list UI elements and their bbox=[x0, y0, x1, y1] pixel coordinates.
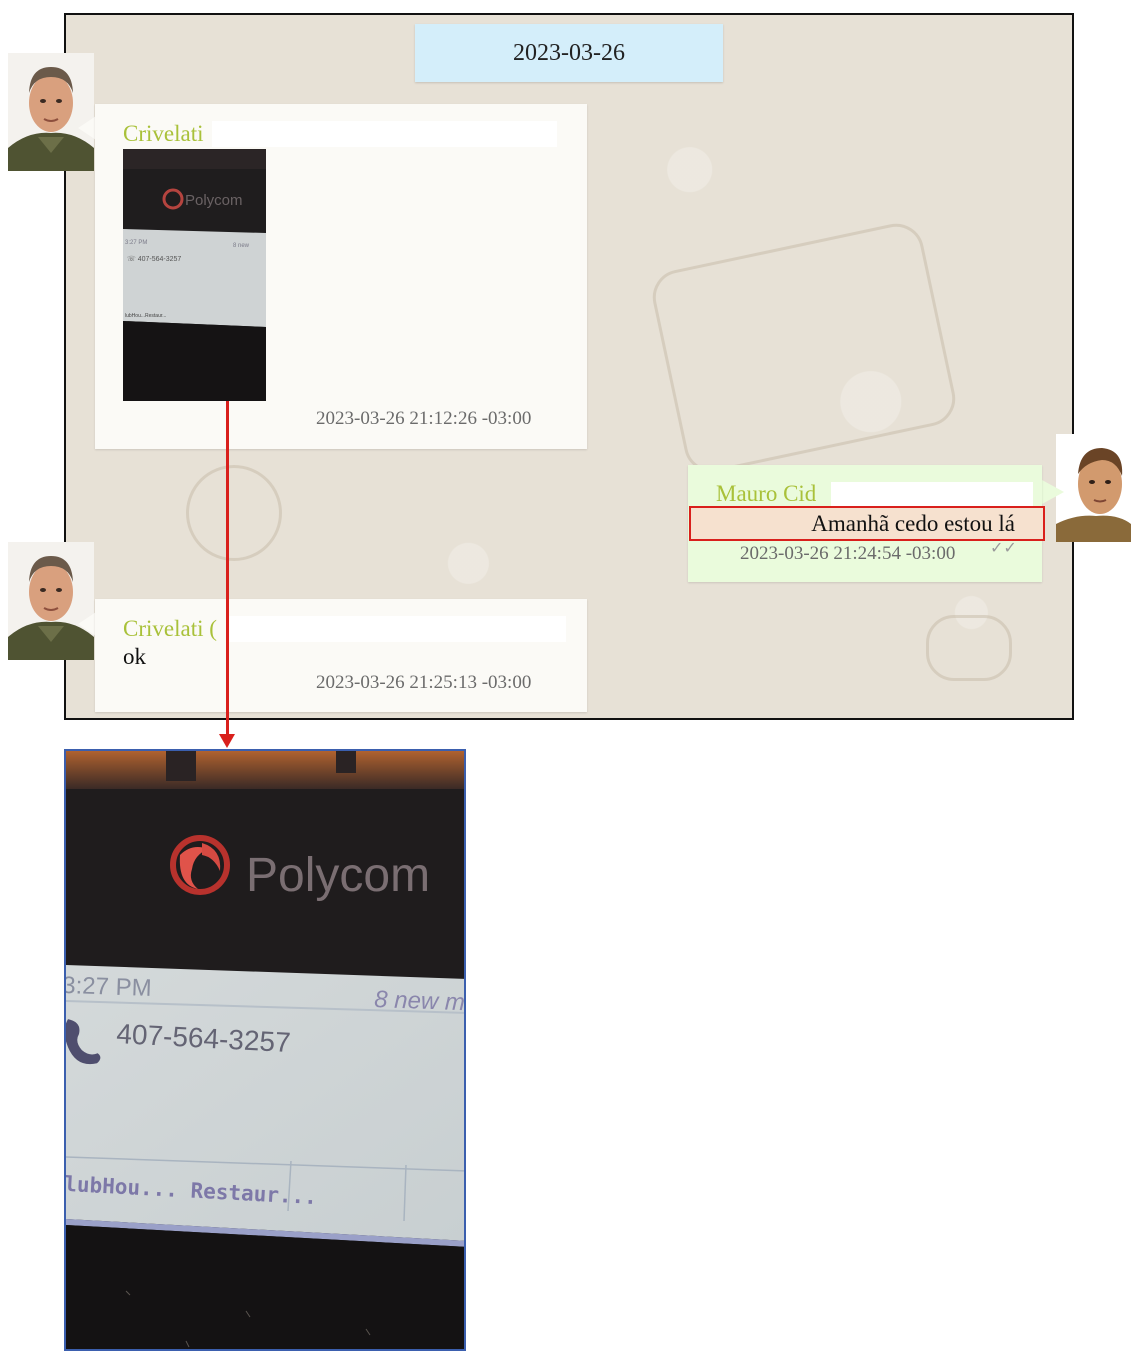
enlarged-photo: Polycom 3:27 PM 8 new m 407-564-3257 lub… bbox=[64, 749, 466, 1351]
photo-notice-text: 8 new m bbox=[374, 986, 466, 1016]
wallpaper-doodle bbox=[647, 218, 961, 478]
double-check-icon: ✓✓ bbox=[990, 538, 1017, 557]
polycom-phone-photo: Polycom 3:27 PM 8 new m 407-564-3257 lub… bbox=[66, 751, 466, 1349]
message-text: ok bbox=[123, 644, 146, 669]
message-timestamp: 2023-03-26 21:25:13 -03:00 bbox=[316, 672, 532, 693]
svg-text:8 new: 8 new bbox=[233, 243, 250, 249]
image-thumbnail[interactable]: Polycom 3:27 PM 8 new ☏ 407-564-3257 lub… bbox=[123, 149, 266, 401]
person-portrait-icon bbox=[1056, 434, 1131, 542]
avatar-crivelati[interactable] bbox=[8, 53, 94, 171]
date-separator: 2023-03-26 bbox=[415, 24, 723, 82]
sender-name: Crivelati bbox=[123, 121, 204, 146]
callout-arrow-line bbox=[226, 401, 229, 736]
photo-time-text: 3:27 PM bbox=[66, 972, 152, 1002]
redaction-block bbox=[831, 482, 1033, 506]
arrow-down-icon bbox=[219, 734, 235, 748]
wallpaper-doodle bbox=[186, 465, 282, 561]
bubble-tail bbox=[78, 612, 96, 636]
redaction-block bbox=[212, 121, 557, 147]
sender-name: Mauro Cid bbox=[716, 481, 817, 506]
message-timestamp: 2023-03-26 21:24:54 -03:00 bbox=[740, 543, 956, 564]
svg-text:lubHou...Restaur...: lubHou...Restaur... bbox=[125, 313, 166, 319]
redaction-block bbox=[228, 616, 566, 642]
wallpaper-doodle bbox=[926, 615, 1012, 681]
person-portrait-icon bbox=[8, 53, 94, 171]
bubble-tail bbox=[1042, 480, 1064, 504]
page: 2023-03-26 Crivelati Polycom 3:27 PM 8 n… bbox=[0, 0, 1131, 1351]
message-timestamp: 2023-03-26 21:12:26 -03:00 bbox=[316, 408, 532, 429]
svg-text:3:27 PM: 3:27 PM bbox=[125, 240, 147, 246]
svg-text:☏ 407-564-3257: ☏ 407-564-3257 bbox=[127, 255, 181, 263]
avatar-crivelati[interactable] bbox=[8, 542, 94, 660]
avatar-mauro-cid[interactable] bbox=[1056, 434, 1131, 542]
svg-text:Polycom: Polycom bbox=[185, 192, 243, 209]
bubble-tail bbox=[78, 116, 96, 140]
highlighted-message-text: Amanhã cedo estou lá bbox=[689, 506, 1045, 541]
sender-name: Crivelati ( bbox=[123, 616, 217, 641]
phone-photo-thumbnail: Polycom 3:27 PM 8 new ☏ 407-564-3257 lub… bbox=[123, 149, 266, 401]
photo-brand-text: Polycom bbox=[246, 849, 430, 902]
person-portrait-icon bbox=[8, 542, 94, 660]
